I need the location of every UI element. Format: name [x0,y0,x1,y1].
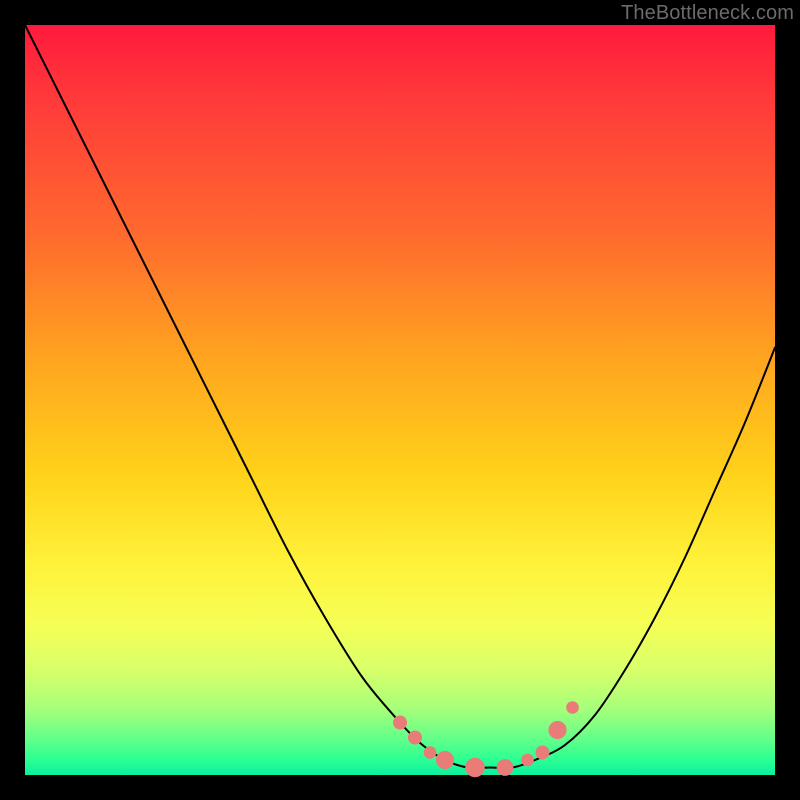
chart-plot-area [25,25,775,775]
marker-dot [566,701,579,714]
marker-dot [521,754,534,767]
marker-dot [393,716,407,730]
bottleneck-curve [25,25,775,768]
marker-dot [548,721,566,739]
marker-dot [536,746,550,760]
watermark-text: TheBottleneck.com [621,2,794,25]
marker-dot [465,758,485,778]
marker-dot [424,746,437,759]
chart-frame: TheBottleneck.com [0,0,800,800]
marker-dot [497,759,514,776]
bottom-dots [393,701,579,777]
chart-svg [25,25,775,775]
marker-dot [408,731,422,745]
marker-dot [436,751,454,769]
